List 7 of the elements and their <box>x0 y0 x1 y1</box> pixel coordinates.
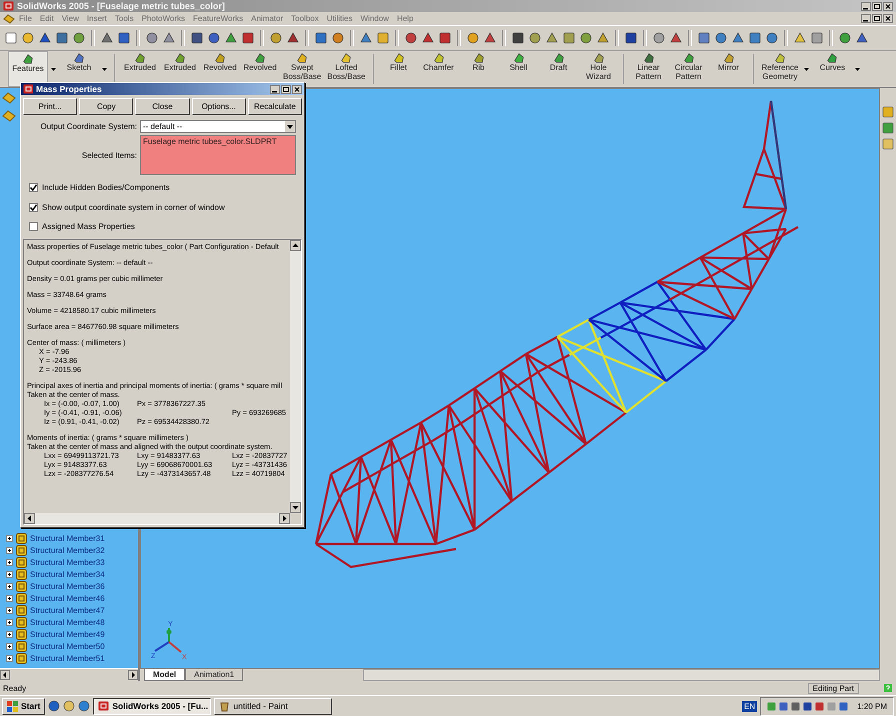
window-title: SolidWorks 2005 - [Fuselage metric tubes_color] <box>17 1 226 11</box>
status-mode: Editing Part <box>808 682 859 694</box>
dialog-title: Mass Properties <box>36 84 103 94</box>
status-text: Ready <box>3 684 28 692</box>
field-label: Selected Items: <box>80 151 137 160</box>
clock: 1:20 PM <box>857 702 887 710</box>
field-label: Output Coordinate System: <box>40 122 137 131</box>
